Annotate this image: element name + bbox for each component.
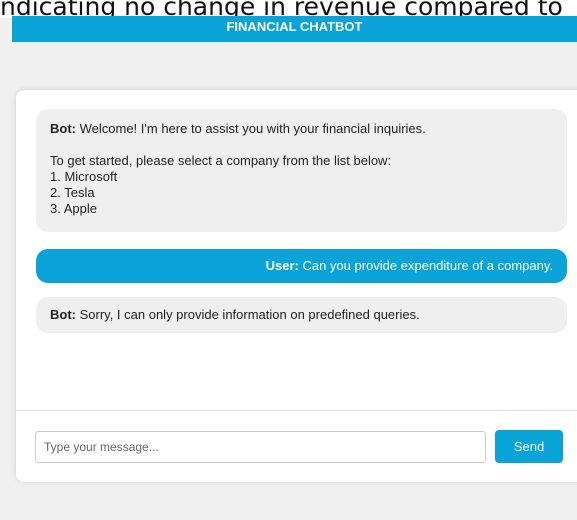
message-sender: Bot: bbox=[50, 307, 76, 322]
bot-message-welcome: Bot: Welcome! I'm here to assist you wit… bbox=[36, 109, 567, 232]
chat-header: FINANCIAL CHATBOT bbox=[12, 16, 577, 42]
bot-message-reply: Bot: Sorry, I can only provide informati… bbox=[36, 297, 567, 333]
company-option-microsoft: 1. Microsoft bbox=[50, 169, 118, 184]
message-text: Can you provide expenditure of a company… bbox=[298, 258, 553, 273]
company-intro: To get started, please select a company … bbox=[50, 153, 392, 168]
chat-title: FINANCIAL CHATBOT bbox=[226, 19, 363, 34]
welcome-line: Bot: Welcome! I'm here to assist you wit… bbox=[50, 121, 553, 137]
message-text: Sorry, I can only provide information on… bbox=[76, 307, 420, 322]
user-message: User: Can you provide expenditure of a c… bbox=[36, 249, 567, 283]
company-option-apple: 3. Apple bbox=[50, 201, 97, 216]
company-option-tesla: 2. Tesla bbox=[50, 185, 95, 200]
message-composer: Send bbox=[16, 410, 577, 482]
message-text: Welcome! I'm here to assist you with you… bbox=[76, 121, 426, 136]
message-input[interactable] bbox=[35, 431, 486, 463]
message-sender: User: bbox=[265, 258, 299, 273]
chat-container: Bot: Welcome! I'm here to assist you wit… bbox=[16, 90, 577, 482]
message-sender: Bot: bbox=[50, 121, 76, 136]
send-button[interactable]: Send bbox=[495, 430, 563, 463]
